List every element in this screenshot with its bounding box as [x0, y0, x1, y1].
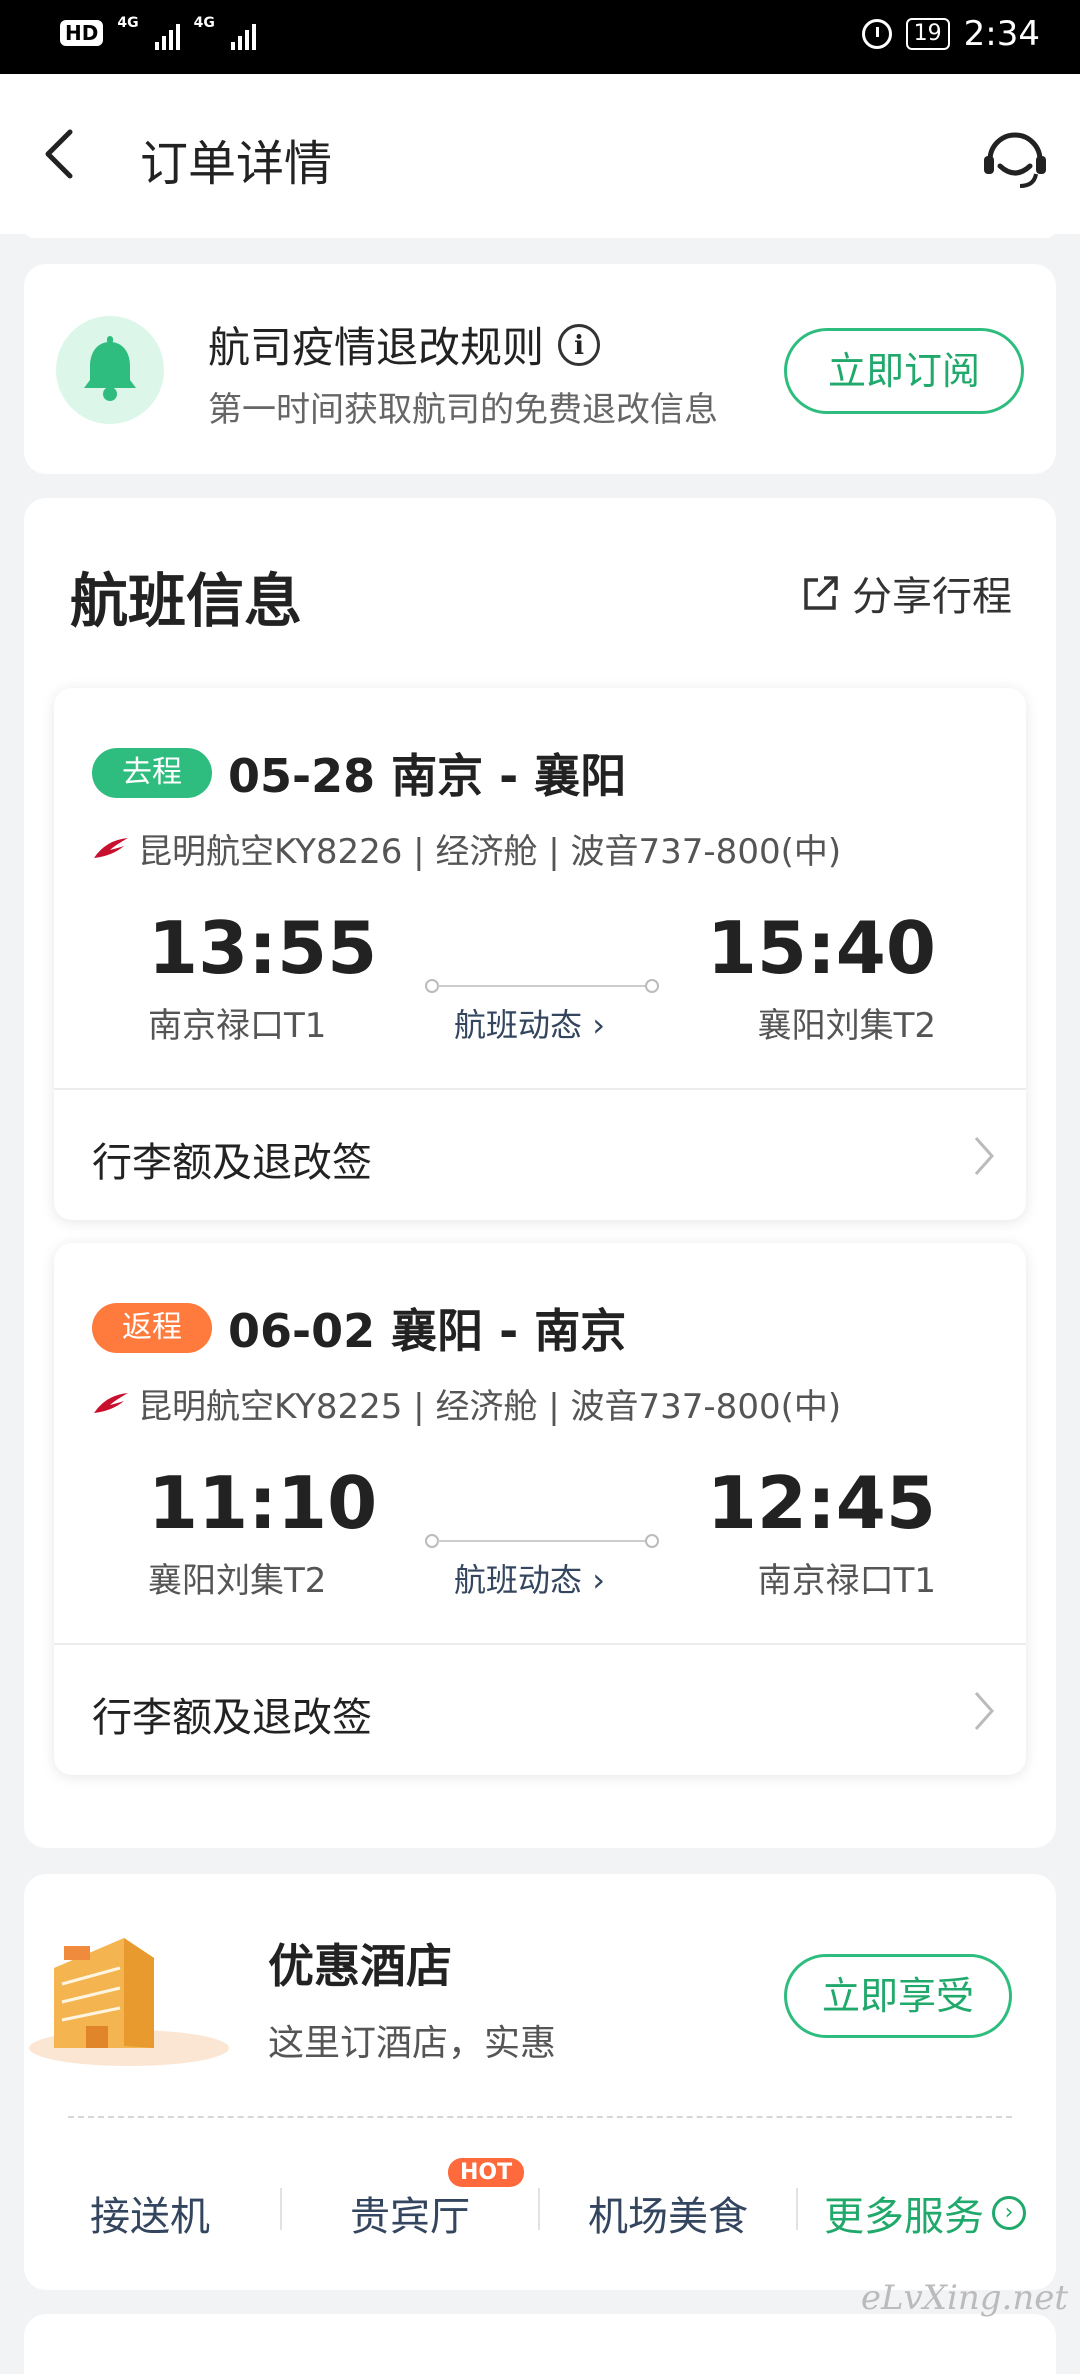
signal-icon — [154, 16, 180, 50]
chevron-right-icon — [974, 1692, 995, 1730]
dashed-divider — [68, 2116, 1012, 2118]
share-trip-button[interactable]: 分享行程 — [800, 564, 1012, 622]
airport-transfer-link[interactable]: 接送机 — [90, 2184, 210, 2242]
signal-icon-2 — [230, 16, 256, 50]
network-type-1: 4G — [117, 15, 139, 31]
alarm-icon — [861, 19, 892, 49]
airline-logo-icon — [94, 837, 128, 858]
watermark: eLvXing.net — [860, 2278, 1068, 2318]
leg-header: 返程 06-02 襄阳 - 南京 — [92, 1295, 626, 1361]
airline-logo-icon — [94, 1392, 128, 1413]
more-services-label: 更多服务 — [824, 2194, 984, 2240]
chevron-right-icon: › — [592, 1561, 605, 1599]
leg-route: 06-02 襄阳 - 南京 — [228, 1304, 627, 1358]
flight-status-label: 航班动态 — [454, 1561, 583, 1599]
flight-info-card: 航班信息 分享行程 去程 05-28 南京 - 襄阳 昆明航空KY8226 | … — [24, 498, 1056, 1848]
flight-section-title: 航班信息 — [70, 567, 303, 635]
hotel-title: 优惠酒店 — [268, 1939, 452, 1993]
network-type-2: 4G — [193, 15, 215, 31]
chevron-right-icon: › — [592, 1006, 605, 1044]
share-trip-label: 分享行程 — [852, 574, 1012, 620]
departure-airport: 襄阳刘集T2 — [148, 1561, 327, 1601]
outbound-tag: 去程 — [92, 748, 212, 798]
return-tag: 返程 — [92, 1303, 212, 1353]
hd-icon: HD — [60, 20, 104, 46]
bell-icon — [84, 336, 136, 401]
separator — [796, 2188, 798, 2230]
share-icon — [804, 576, 838, 610]
departure-time: 11:10 — [148, 1461, 378, 1545]
vip-lounge-link[interactable]: 贵宾厅 — [350, 2184, 470, 2242]
customer-service-icon[interactable] — [980, 122, 1050, 192]
airline-row: 昆明航空KY8225 | 经济舱 | 波音737-800(中) — [92, 1379, 841, 1428]
hotel-subtitle: 这里订酒店，实惠 — [268, 2023, 557, 2064]
hotel-promo-card: 优惠酒店 这里订酒店，实惠 立即享受 接送机 贵宾厅 HOT 机场美食 更多服务… — [24, 1874, 1056, 2290]
airport-food-link[interactable]: 机场美食 — [588, 2184, 748, 2242]
services-row: 接送机 贵宾厅 HOT 机场美食 更多服务 › — [24, 2158, 1056, 2260]
arrival-time: 12:45 — [706, 1461, 936, 1545]
notice-subtitle: 第一时间获取航司的免费退改信息 — [208, 390, 718, 430]
baggage-rules-label: 行李额及退改签 — [92, 1695, 372, 1741]
chevron-circle-right-icon: › — [992, 2196, 1026, 2230]
more-services-link[interactable]: 更多服务 › — [824, 2184, 1026, 2242]
airline-info: 昆明航空KY8225 | 经济舱 | 波音737-800(中) — [138, 1387, 842, 1427]
arrival-airport: 南京禄口T1 — [757, 1561, 936, 1601]
departure-airport: 南京禄口T1 — [148, 1006, 327, 1046]
top-nav-bar: 订单详情 — [0, 74, 1080, 234]
back-arrow-icon[interactable] — [40, 124, 80, 184]
airline-row: 昆明航空KY8226 | 经济舱 | 波音737-800(中) — [92, 824, 841, 873]
notice-title: 航司疫情退改规则 — [208, 323, 545, 372]
separator — [538, 2188, 540, 2230]
separator — [280, 2188, 282, 2230]
chevron-right-icon — [974, 1137, 995, 1175]
outbound-flight-leg: 去程 05-28 南京 - 襄阳 昆明航空KY8226 | 经济舱 | 波音73… — [54, 688, 1026, 1220]
battery-icon: 19 — [905, 18, 950, 50]
page-title: 订单详情 — [140, 136, 333, 192]
return-flight-leg: 返程 06-02 襄阳 - 南京 昆明航空KY8225 | 经济舱 | 波音73… — [54, 1243, 1026, 1775]
route-line-icon — [425, 979, 659, 993]
status-bar: HD 4G 4G 19 2:34 — [0, 0, 1080, 74]
flight-status-link[interactable]: 航班动态 › — [454, 1555, 605, 1601]
status-left: HD 4G 4G — [60, 15, 256, 50]
epidemic-rules-card: 航司疫情退改规则 i 第一时间获取航司的免费退改信息 立即订阅 — [24, 264, 1056, 474]
flight-status-link[interactable]: 航班动态 › — [454, 1000, 605, 1046]
route-line-icon — [425, 1534, 659, 1548]
airline-info: 昆明航空KY8226 | 经济舱 | 波音737-800(中) — [138, 832, 842, 872]
info-icon[interactable]: i — [558, 323, 601, 366]
arrival-time: 15:40 — [706, 906, 936, 990]
leg-route: 05-28 南京 - 襄阳 — [228, 749, 627, 803]
departure-time: 13:55 — [148, 906, 378, 990]
notice-title-row: 航司疫情退改规则 i — [208, 314, 601, 375]
baggage-rules-row[interactable]: 行李额及退改签 — [54, 1645, 1026, 1775]
status-right: 19 2:34 — [861, 14, 1040, 54]
arrival-airport: 襄阳刘集T2 — [757, 1006, 936, 1046]
collapsed-card-edge — [24, 228, 1056, 238]
flight-status-label: 航班动态 — [454, 1006, 583, 1044]
hot-badge: HOT — [448, 2158, 525, 2187]
leg-header: 去程 05-28 南京 - 襄阳 — [92, 740, 626, 806]
bell-badge — [56, 316, 164, 424]
hotel-building-icon — [29, 1938, 229, 2066]
status-time: 2:34 — [963, 14, 1040, 54]
subscribe-button[interactable]: 立即订阅 — [784, 328, 1024, 414]
enjoy-now-button[interactable]: 立即享受 — [784, 1954, 1012, 2038]
next-card-edge — [24, 2314, 1056, 2374]
baggage-rules-label: 行李额及退改签 — [92, 1140, 372, 1186]
baggage-rules-row[interactable]: 行李额及退改签 — [54, 1090, 1026, 1220]
